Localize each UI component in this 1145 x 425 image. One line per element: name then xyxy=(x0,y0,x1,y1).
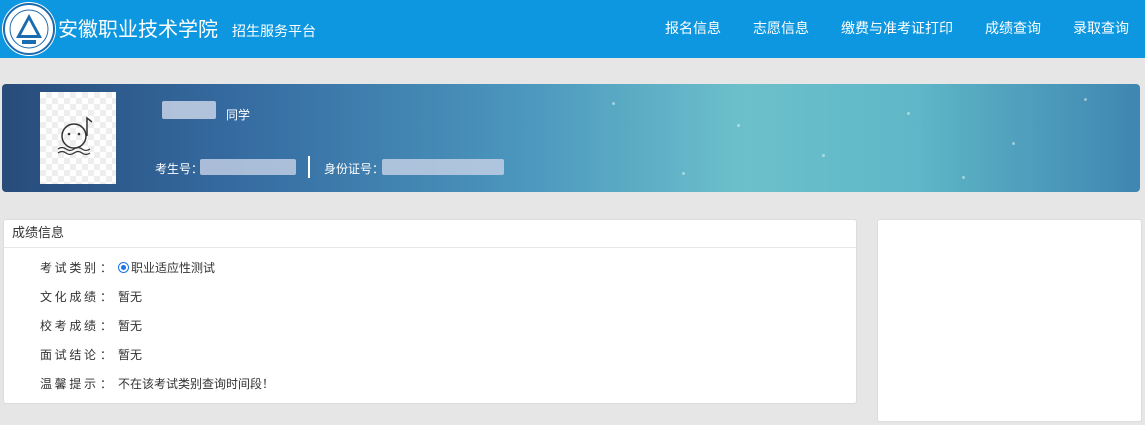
tip-label: 温馨提示 xyxy=(40,377,96,391)
exam-type-colon: ： xyxy=(100,261,113,275)
top-header: 安徽职业技术学院 招生服务平台 报名信息 志愿信息 缴费与准考证打印 成绩查询 … xyxy=(0,0,1145,58)
avatar-placeholder-icon xyxy=(57,116,93,156)
nav-preference-info[interactable]: 志愿信息 xyxy=(737,0,825,58)
main-nav: 报名信息 志愿信息 缴费与准考证打印 成绩查询 录取查询 xyxy=(649,0,1145,58)
exam-number-label: 考生号： xyxy=(155,162,204,176)
side-panel xyxy=(877,219,1142,422)
nav-admission-query[interactable]: 录取查询 xyxy=(1057,0,1145,58)
student-avatar xyxy=(40,92,116,184)
student-name-redacted xyxy=(162,101,216,119)
exam-number-redacted xyxy=(200,159,296,175)
school-exam-score-label: 校考成绩 xyxy=(40,319,96,333)
culture-score-label: 文化成绩 xyxy=(40,290,96,304)
exam-type-option[interactable]: 职业适应性测试 xyxy=(118,258,215,278)
interview-result-colon: ： xyxy=(100,348,113,362)
nav-payment-admission-print[interactable]: 缴费与准考证打印 xyxy=(825,0,969,58)
tip-value: 不在该考试类别查询时间段！ xyxy=(118,377,275,391)
culture-score-colon: ： xyxy=(100,290,113,304)
platform-name: 招生服务平台 xyxy=(232,24,316,40)
id-number-redacted xyxy=(382,159,504,175)
banner-divider xyxy=(308,156,310,178)
interview-result-label: 面试结论 xyxy=(40,348,96,362)
student-name-suffix: 同学 xyxy=(226,108,251,122)
id-number-label: 身份证号： xyxy=(324,162,385,176)
school-logo-icon xyxy=(3,3,55,55)
school-exam-score-value: 暂无 xyxy=(118,319,143,333)
exam-type-label: 考试类别 xyxy=(40,261,96,275)
exam-type-value: 职业适应性测试 xyxy=(131,261,216,275)
school-name: 安徽职业技术学院 xyxy=(58,17,218,41)
tip-colon: ： xyxy=(100,377,113,391)
nav-registration-info[interactable]: 报名信息 xyxy=(649,0,737,58)
school-logo[interactable] xyxy=(2,2,56,56)
score-info-panel: 成绩信息 考试类别 ： 职业适应性测试 文化成绩 ： 暂无 校考成绩 ： 暂无 … xyxy=(3,219,857,404)
radio-selected-icon[interactable] xyxy=(118,262,129,273)
interview-result-value: 暂无 xyxy=(118,348,143,362)
nav-score-query[interactable]: 成绩查询 xyxy=(969,0,1057,58)
school-exam-score-colon: ： xyxy=(100,319,113,333)
culture-score-value: 暂无 xyxy=(118,290,143,304)
student-banner: 同学 考生号： 身份证号： xyxy=(2,84,1140,192)
score-panel-title: 成绩信息 xyxy=(4,220,856,248)
